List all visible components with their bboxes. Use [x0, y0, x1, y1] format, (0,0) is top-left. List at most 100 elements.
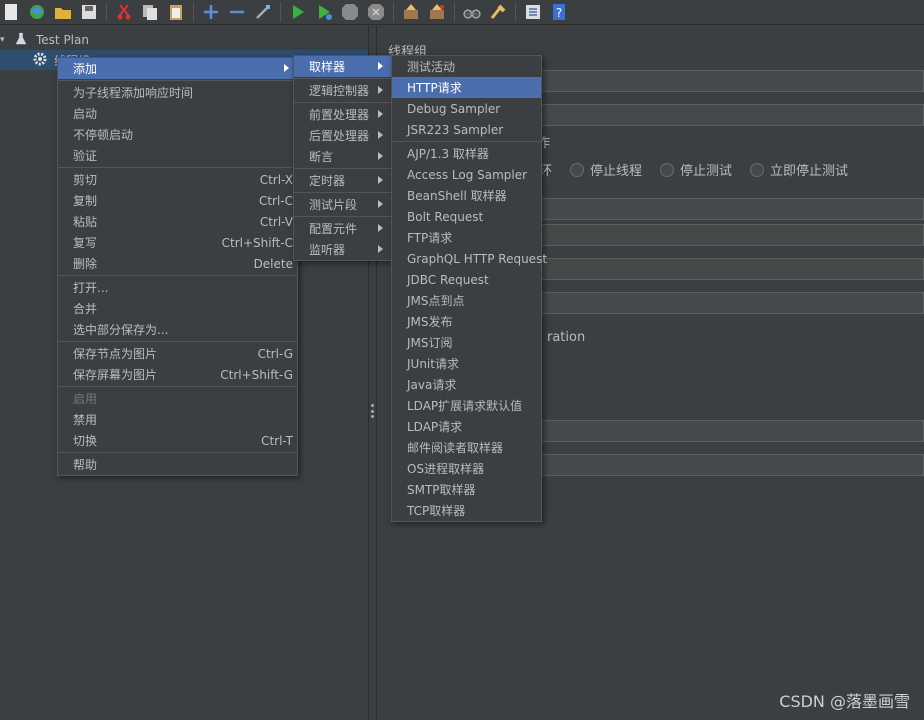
- open-folder-icon[interactable]: [52, 1, 74, 23]
- context-menu-item[interactable]: 禁用: [58, 409, 297, 430]
- sampler-submenu-item[interactable]: SMTP取样器: [392, 479, 541, 500]
- add-submenu-item[interactable]: 取样器: [294, 56, 391, 77]
- sampler-submenu-item[interactable]: Access Log Sampler: [392, 164, 541, 185]
- tree-node-test-plan[interactable]: ▾ Test Plan: [0, 30, 368, 50]
- add-submenu-item[interactable]: 逻辑控制器: [294, 80, 391, 101]
- menu-item-shortcut: Delete: [253, 256, 293, 271]
- toolbar-separator: [280, 2, 281, 22]
- context-menu-item[interactable]: 保存屏幕为图片 Ctrl+Shift-G: [58, 364, 297, 385]
- menu-item-label: Debug Sampler: [407, 101, 501, 116]
- ramp-up-field[interactable]: [537, 224, 924, 246]
- sampler-error-actions: 程循环 停止线程 停止测试 立即停止测试: [513, 160, 860, 179]
- save-icon[interactable]: [78, 1, 100, 23]
- radio-stop-thread[interactable]: [570, 162, 585, 177]
- add-submenu-item[interactable]: 定时器: [294, 170, 391, 191]
- start-no-pause-icon[interactable]: [313, 1, 335, 23]
- menu-item-label: 启用: [73, 392, 98, 406]
- context-menu-item[interactable]: 打开...: [58, 277, 297, 298]
- radio-stop-test-now[interactable]: [750, 162, 765, 177]
- comments-field[interactable]: [537, 104, 924, 126]
- sampler-submenu-item[interactable]: HTTP请求: [392, 77, 541, 98]
- add-submenu-item[interactable]: 断言: [294, 146, 391, 167]
- context-menu-item[interactable]: 切换 Ctrl-T: [58, 430, 297, 451]
- threads-field[interactable]: [537, 198, 924, 220]
- add-submenu-item[interactable]: 监听器: [294, 239, 391, 260]
- add-submenu-item[interactable]: 测试片段: [294, 194, 391, 215]
- collapse-icon[interactable]: [226, 1, 248, 23]
- stop-icon[interactable]: [339, 1, 361, 23]
- sampler-submenu-item[interactable]: LDAP请求: [392, 416, 541, 437]
- sampler-submenu-item[interactable]: Java请求: [392, 374, 541, 395]
- duration-field[interactable]: [537, 292, 924, 314]
- shutdown-icon[interactable]: [365, 1, 387, 23]
- same-user-label-fragment: ration: [547, 330, 586, 345]
- menu-item-shortcut: Ctrl+Shift-C: [221, 235, 293, 250]
- context-menu-item[interactable]: 验证: [58, 145, 297, 166]
- context-menu-item[interactable]: 添加: [58, 58, 297, 79]
- cut-icon[interactable]: [113, 1, 135, 23]
- context-menu-item[interactable]: 保存节点为图片 Ctrl-G: [58, 343, 297, 364]
- splitter-grip-icon: [371, 404, 375, 418]
- sampler-submenu-item[interactable]: JDBC Request: [392, 269, 541, 290]
- loop-count-field[interactable]: [537, 258, 924, 280]
- context-menu-item[interactable]: 为子线程添加响应时间: [58, 82, 297, 103]
- sampler-submenu-item[interactable]: BeanShell 取样器: [392, 185, 541, 206]
- sampler-submenu-item[interactable]: LDAP扩展请求默认值: [392, 395, 541, 416]
- sampler-submenu: 测试活动 HTTP请求 Debug Sampler JSR223 Sampler AJP…: [391, 55, 547, 522]
- sampler-submenu-item[interactable]: TCP取样器: [392, 500, 541, 521]
- context-menu-item[interactable]: 帮助: [58, 454, 297, 475]
- add-submenu-item[interactable]: 配置元件: [294, 218, 391, 239]
- context-menu-item[interactable]: 不停顿启动: [58, 124, 297, 145]
- menu-item-label: 保存节点为图片: [73, 347, 158, 361]
- context-menu-item[interactable]: 合并: [58, 298, 297, 319]
- search-icon[interactable]: [461, 1, 483, 23]
- clear-icon[interactable]: [400, 1, 422, 23]
- context-menu-item[interactable]: 选中部分保存为...: [58, 319, 297, 340]
- menu-item-shortcut: Ctrl-V: [259, 214, 293, 229]
- start-icon[interactable]: [287, 1, 309, 23]
- name-field[interactable]: [537, 70, 924, 92]
- sampler-submenu-item[interactable]: JSR223 Sampler: [392, 119, 541, 140]
- menu-item-label: 不停顿启动: [73, 128, 134, 142]
- toggle-icon[interactable]: [252, 1, 274, 23]
- sampler-submenu-item[interactable]: OS进程取样器: [392, 458, 541, 479]
- copy-icon[interactable]: [139, 1, 161, 23]
- clear-all-icon[interactable]: [426, 1, 448, 23]
- context-menu-item[interactable]: 粘贴 Ctrl-V: [58, 211, 297, 232]
- menu-item-label: 打开...: [73, 281, 109, 295]
- new-file-icon[interactable]: [0, 1, 22, 23]
- radio-stop-test[interactable]: [660, 162, 675, 177]
- menu-item-label: JUnit请求: [407, 357, 459, 371]
- sampler-submenu-item[interactable]: AJP/1.3 取样器: [392, 143, 541, 164]
- add-submenu-item[interactable]: 后置处理器: [294, 125, 391, 146]
- svg-text:?: ?: [556, 6, 562, 20]
- sampler-submenu-item[interactable]: Debug Sampler: [392, 98, 541, 119]
- context-menu-item[interactable]: 启动: [58, 103, 297, 124]
- function-helper-icon[interactable]: [522, 1, 544, 23]
- startup-delay-field[interactable]: [537, 420, 924, 442]
- chevron-down-icon[interactable]: ▾: [0, 35, 8, 45]
- sampler-submenu-item[interactable]: 测试活动: [392, 56, 541, 77]
- sampler-submenu-item[interactable]: JMS发布: [392, 311, 541, 332]
- context-menu-item[interactable]: 复写 Ctrl+Shift-C: [58, 232, 297, 253]
- add-submenu-item[interactable]: 前置处理器: [294, 104, 391, 125]
- menu-item-label: 测试片段: [309, 198, 358, 212]
- lifetime-field[interactable]: [537, 454, 924, 476]
- reset-search-icon[interactable]: [487, 1, 509, 23]
- sampler-submenu-item[interactable]: JUnit请求: [392, 353, 541, 374]
- context-menu-item[interactable]: 删除 Delete: [58, 253, 297, 274]
- help-icon[interactable]: ?: [548, 1, 570, 23]
- context-menu-item[interactable]: 复制 Ctrl-C: [58, 190, 297, 211]
- sampler-submenu-item[interactable]: JMS点到点: [392, 290, 541, 311]
- sampler-submenu-item[interactable]: Bolt Request: [392, 206, 541, 227]
- templates-icon[interactable]: [26, 1, 48, 23]
- expand-icon[interactable]: [200, 1, 222, 23]
- sampler-submenu-item[interactable]: FTP请求: [392, 227, 541, 248]
- sampler-submenu-item[interactable]: GraphQL HTTP Request: [392, 248, 547, 269]
- sampler-submenu-item[interactable]: 邮件阅读者取样器: [392, 437, 541, 458]
- paste-icon[interactable]: [165, 1, 187, 23]
- tree-node-label: Test Plan: [36, 33, 89, 47]
- context-menu-item[interactable]: 剪切 Ctrl-X: [58, 169, 297, 190]
- sampler-submenu-item[interactable]: JMS订阅: [392, 332, 541, 353]
- context-menu: 添加为子线程添加响应时间 启动不停顿启动验证剪切 Ctrl-X 复制 Ctrl-C 粘贴 C…: [57, 57, 298, 476]
